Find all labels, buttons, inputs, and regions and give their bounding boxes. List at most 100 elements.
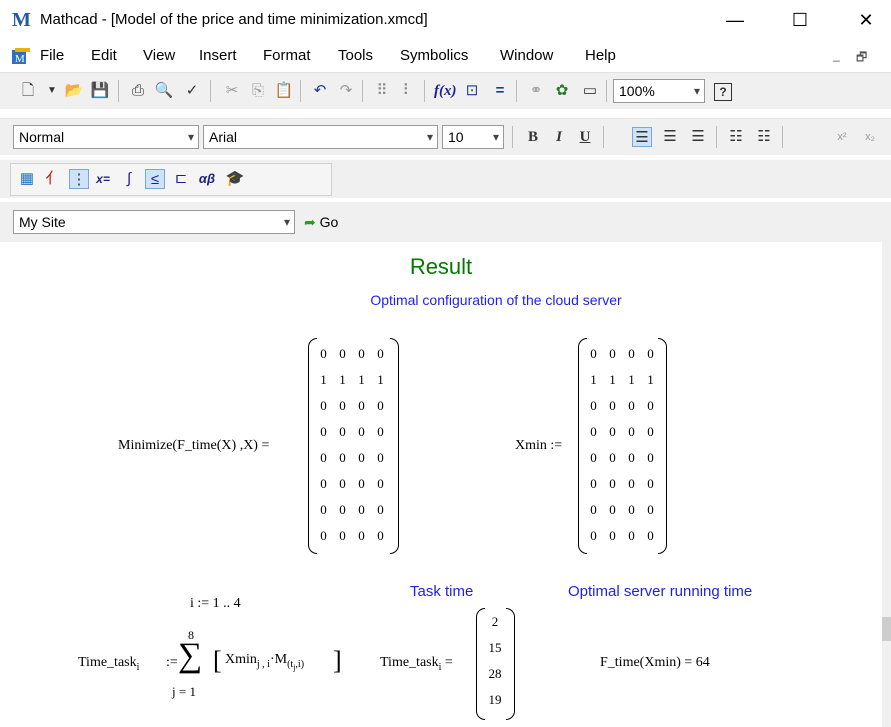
symbolic-icon[interactable]: 🎓 [225,169,245,189]
insert-component-icon[interactable]: ✿ [552,81,572,101]
left-bracket-icon: [ [213,646,222,675]
new-dropdown-arrow-icon[interactable]: ▼ [42,81,62,101]
spell-check-icon[interactable]: ✓ [182,81,202,101]
go-button[interactable]: ➦ Go [304,212,338,232]
align-across-icon[interactable]: ⠿ [372,81,392,101]
toolbar-separator [300,80,301,102]
matrix-row: 0000 [590,346,654,361]
calculator-icon[interactable]: ▦ [17,169,37,189]
menu-file[interactable]: File [40,46,64,66]
font-select[interactable]: Arial ▾ [203,125,438,149]
matrix-row: 0000 [320,450,384,465]
menu-help[interactable]: Help [585,46,616,66]
mathcad-logo-icon: M [12,9,31,31]
style-select[interactable]: Normal ▾ [13,125,199,149]
redo-icon[interactable]: ↷ [336,81,356,101]
resource-center-icon[interactable]: ▭ [580,81,600,101]
summation-icon: ∑ [178,637,203,674]
toolbar-separator [210,80,211,102]
close-button[interactable]: ✕ [846,6,886,34]
subscript-icon[interactable]: x₂ [860,127,880,147]
superscript-icon[interactable]: x² [832,127,852,147]
toolbar-separator [782,126,783,148]
title-bar: M Mathcad - [Model of the price and time… [0,0,891,40]
toolbar-separator [424,80,425,102]
align-right-icon[interactable]: ☰ [688,127,708,147]
matrix-row: 0000 [320,346,384,361]
right-paren [658,338,667,554]
numbered-list-icon[interactable]: ☷ [754,127,774,147]
standard-toolbar: 🗋 ▼ 📂 💾 ⎙ 🔍 ✓ ✂ ⎘ 📋 ↶ ↷ ⠿ ⠇ f(x) ⊡ = ⚭ ✿… [0,72,891,109]
insert-function-icon[interactable]: f(x) [434,81,457,101]
calculus-icon[interactable]: ∫ [119,169,139,189]
menu-window[interactable]: Window [500,46,553,66]
task-time-caption: Task time [410,583,474,600]
evaluation-icon[interactable]: x= [93,169,113,189]
insert-hyperlink-icon[interactable]: ⚭ [526,81,546,101]
maximize-button[interactable]: ☐ [780,6,820,34]
minimize-button[interactable]: — [715,6,755,34]
align-left-icon[interactable]: ☰ [632,127,652,147]
bullet-list-icon[interactable]: ☷ [726,127,746,147]
open-folder-icon[interactable]: 📂 [64,81,84,101]
toolbar-separator [118,80,119,102]
menu-tools[interactable]: Tools [338,46,373,66]
toolbar-separator [516,80,517,102]
math-toolbar: ▦ ⺅ ⋮ x= ∫ ≤ ⊏ αβ 🎓 [0,160,891,198]
menu-view[interactable]: View [143,46,175,66]
vertical-scrollbar[interactable] [882,242,891,727]
right-paren [390,338,399,554]
zoom-value: 100% [619,83,655,99]
chevron-down-icon: ▾ [187,130,194,144]
toolbar-separator [362,80,363,102]
site-value: My Site [19,214,66,230]
boolean-icon[interactable]: ≤ [145,169,165,189]
cut-icon[interactable]: ✂ [222,81,242,101]
menu-symbolics[interactable]: Symbolics [400,46,468,66]
calculate-icon[interactable]: = [490,81,510,101]
insert-unit-icon[interactable]: ⊡ [462,81,482,101]
time-task-definition: Time_taski := 8 ∑ j = 1 [ Xminj , i·M(tj… [78,628,348,708]
assign-operator: := [166,655,178,670]
worksheet[interactable]: Result Optimal configuration of the clou… [0,242,882,727]
align-down-icon[interactable]: ⠇ [398,81,418,101]
matrix-row: 0000 [320,528,384,543]
optimal-running-time-caption: Optimal server running time [568,583,753,600]
style-value: Normal [19,129,65,145]
scrollbar-thumb[interactable] [882,617,891,641]
resource-toolbar: My Site ▾ ➦ Go [0,202,891,242]
programming-icon[interactable]: ⊏ [171,169,191,189]
print-preview-icon[interactable]: 🔍 [154,81,174,101]
mdi-restore-button[interactable]: 🗗 [856,48,867,69]
underline-button[interactable]: U [575,127,595,147]
matrix-icon[interactable]: ⋮ [69,169,89,189]
menu-insert[interactable]: Insert [199,46,237,66]
matrix-row: 0000 [590,424,654,439]
new-document-icon[interactable]: 🗋 [18,81,38,101]
go-label: Go [319,214,339,230]
range-definition: i := 1 .. 4 [190,596,241,611]
undo-icon[interactable]: ↶ [310,81,330,101]
site-select[interactable]: My Site ▾ [13,210,295,234]
italic-button[interactable]: I [549,127,569,147]
toolbar-separator [603,126,604,148]
menu-edit[interactable]: Edit [91,46,117,66]
menu-format[interactable]: Format [263,46,311,66]
greek-icon[interactable]: αβ [197,169,217,189]
copy-icon[interactable]: ⎘ [248,81,268,101]
font-size-value: 10 [448,129,464,145]
zoom-select[interactable]: 100% ▾ [613,79,705,103]
go-arrow-icon: ➦ [304,214,316,230]
mdi-minimize-button[interactable]: _ [833,48,840,62]
save-icon[interactable]: 💾 [90,81,110,101]
matrix-row: 0000 [590,528,654,543]
toolbar-separator [606,80,607,102]
print-icon[interactable]: ⎙ [128,81,148,101]
help-icon[interactable]: ? [714,83,732,101]
graph-icon[interactable]: ⺅ [43,169,63,189]
font-size-select[interactable]: 10 ▾ [442,125,504,149]
align-center-icon[interactable]: ☰ [660,127,680,147]
bold-button[interactable]: B [523,127,543,147]
result-heading: Result [409,254,473,279]
paste-icon[interactable]: 📋 [274,81,294,101]
